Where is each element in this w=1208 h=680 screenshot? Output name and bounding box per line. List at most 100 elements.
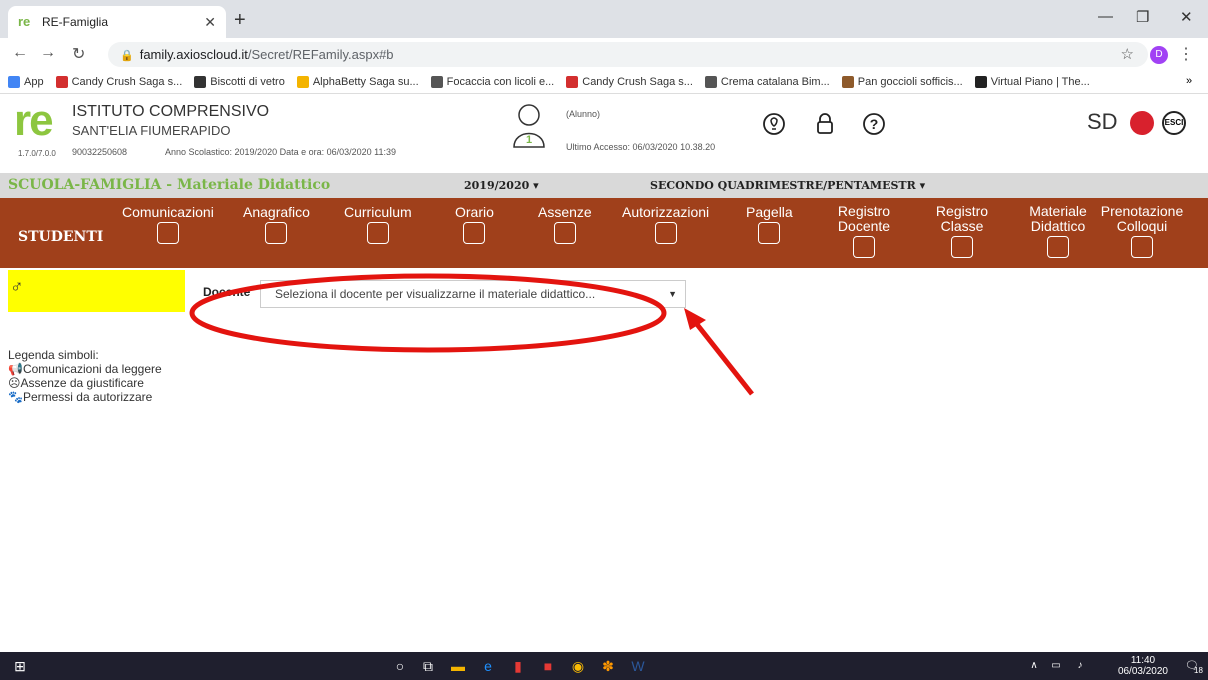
main-nav: STUDENTI Comunicazioni Anagrafico Curricul… [0, 198, 1208, 268]
nav-item-autorizzazioni[interactable]: Autorizzazioni [622, 204, 709, 244]
megaphone-icon: 📢 [8, 362, 23, 376]
restore-button[interactable]: ❐ [1136, 8, 1149, 26]
nav-item-registro-docente[interactable]: Registro Docente [822, 204, 906, 258]
tab-title: RE-Famiglia [42, 15, 109, 29]
edge-icon[interactable]: e [478, 656, 498, 676]
bookmark-item[interactable]: App [8, 75, 44, 88]
search-icon[interactable]: ○ [390, 656, 410, 676]
browser-tab[interactable]: re RE-Famiglia ✕ [8, 6, 226, 38]
bookmark-item[interactable]: Crema catalana Bim... [704, 75, 830, 88]
clock-date: 06/03/2020 [1117, 666, 1168, 677]
legend-item: 🐾Permessi da autorizzare [8, 390, 153, 404]
bookmark-star-icon[interactable]: ☆ [1121, 45, 1134, 63]
word-icon[interactable]: W [628, 656, 648, 676]
school-name: ISTITUTO COMPRENSIVO [72, 103, 270, 120]
period-select[interactable]: SECONDO QUADRIMESTRE/PENTAMESTR ▾ [650, 179, 925, 192]
nav-item-comunicazioni[interactable]: Comunicazioni [122, 204, 214, 244]
bookmark-item[interactable]: AlphaBetty Saga su... [296, 75, 419, 88]
clock[interactable]: 11:40 06/03/2020 [1118, 655, 1168, 677]
clock-time: 11:40 [1130, 655, 1156, 666]
document-icon [366, 222, 389, 244]
bookmark-item[interactable]: Candy Crush Saga s... [55, 75, 182, 88]
bookmark-favicon-icon [704, 75, 717, 88]
svg-text:?: ? [870, 116, 879, 132]
chevron-up-icon[interactable]: ∧ [1024, 656, 1044, 676]
nav-item-materiale-didattico[interactable]: Materiale Didattico [1016, 204, 1100, 258]
lightbulb-icon[interactable] [761, 112, 787, 138]
bookmark-item[interactable]: Pan goccioli sofficis... [841, 75, 963, 88]
nav-item-orario[interactable]: Orario [455, 204, 494, 244]
nav-item-label: Autorizzazioni [622, 204, 710, 220]
docente-select[interactable]: Seleziona il docente per visualizzarne i… [260, 280, 686, 308]
file-explorer-icon[interactable]: ▬ [448, 656, 468, 676]
windows-taskbar: ⊞ ○ ⧉ ▬ e ▮ ■ ◉ ✽ W ∧ ▭ ♪ 11:40 06/03/20… [0, 652, 1208, 680]
speech-bubble-icon [1131, 236, 1153, 258]
acrobat-icon[interactable]: ▮ [508, 656, 528, 676]
exit-button[interactable]: ESCI [1162, 111, 1186, 135]
address-bar: ← → ↻ 🔒 family.axioscloud.it/Secret/REFam… [0, 38, 1208, 70]
battery-icon[interactable]: ▭ [1046, 656, 1066, 676]
task-view-icon[interactable]: ⧉ [418, 656, 438, 676]
nav-item-label: Materiale Didattico [1029, 203, 1087, 234]
student-avatar-icon[interactable]: 1 [510, 101, 548, 149]
nav-item-registro-classe[interactable]: Registro Classe [920, 204, 1004, 258]
bookmark-item[interactable]: Focaccia con licoli e... [430, 75, 554, 88]
apps-grid-icon [8, 75, 20, 88]
nav-item-anagrafico[interactable]: Anagrafico [243, 204, 310, 244]
bookmark-label: Crema catalana Bim... [720, 75, 830, 88]
url-input[interactable]: 🔒 family.axioscloud.it/Secret/REFamily.as… [108, 42, 1148, 67]
nav-item-curriculum[interactable]: Curriculum [344, 204, 412, 244]
reload-button[interactable]: ↻ [72, 44, 85, 64]
bookmark-item[interactable]: Virtual Piano | The... [974, 75, 1090, 88]
student-highlight [8, 270, 185, 312]
legend-title: Legenda simboli: [8, 348, 99, 362]
nav-item-prenotazione-colloqui[interactable]: Prenotazione Colloqui [1100, 204, 1184, 258]
browser-tabbar: re RE-Famiglia ✕ + — ❐ ✕ [0, 0, 1208, 38]
new-tab-button[interactable]: + [234, 9, 246, 32]
profile-avatar[interactable]: D [1150, 46, 1168, 64]
bookmark-favicon-icon [55, 75, 68, 88]
last-access: Ultimo Accesso: 06/03/2020 10.38.20 [566, 142, 716, 152]
bookmark-item[interactable]: Biscotti di vetro [194, 75, 285, 88]
nav-item-label: Orario [455, 204, 494, 220]
help-icon[interactable]: ? [861, 112, 887, 138]
section-title: SCUOLA-FAMIGLIA - Materiale Didattico [8, 177, 331, 193]
forward-button[interactable]: → [40, 44, 56, 62]
year-datetime: Anno Scolastico: 2019/2020 Data e ora: 0… [165, 147, 397, 157]
windows-start-icon[interactable]: ⊞ [10, 656, 30, 676]
url-host: family.axioscloud.it [139, 47, 248, 62]
nav-item-label: Prenotazione Colloqui [1100, 203, 1184, 234]
minimize-button[interactable]: — [1098, 8, 1113, 25]
legend-item: ☹Assenze da giustificare [8, 376, 144, 390]
legend-item: 📢Comunicazioni da leggere [8, 362, 162, 376]
nav-item-assenze[interactable]: Assenze [538, 204, 592, 244]
close-tab-icon[interactable]: ✕ [204, 14, 216, 31]
puzzle-icon [1047, 236, 1069, 258]
red-arrow-shaft [690, 316, 754, 396]
year-select[interactable]: 2019/2020 ▾ [464, 179, 539, 192]
re-favicon-icon: re [18, 14, 31, 29]
nav-item-pagella[interactable]: Pagella [746, 204, 793, 244]
male-gender-icon: ♂ [10, 276, 24, 296]
reader-icon[interactable]: ■ [538, 656, 558, 676]
back-button[interactable]: ← [12, 44, 28, 62]
book-icon [853, 236, 875, 258]
paw-icon: 🐾 [8, 390, 23, 404]
calendar-icon [463, 222, 486, 244]
sd-brand-icon [1130, 111, 1154, 135]
lock-password-icon[interactable] [812, 112, 838, 138]
legend: Legenda simboli: 📢Comunicazioni da legge… [8, 348, 162, 404]
bookmark-item[interactable]: Candy Crush Saga s... [566, 75, 693, 88]
app-icon[interactable]: ✽ [598, 656, 618, 676]
volume-icon[interactable]: ♪ [1070, 656, 1090, 676]
more-bookmarks-icon[interactable]: » [1186, 75, 1194, 87]
close-window-button[interactable]: ✕ [1180, 8, 1193, 26]
chrome-icon[interactable]: ◉ [568, 656, 588, 676]
school-location: SANT'ELIA FIUMERAPIDO [72, 123, 231, 138]
avatar-badge: 1 [526, 134, 532, 146]
bookmark-favicon-icon [430, 75, 443, 88]
lock-icon: 🔒 [120, 50, 134, 62]
menu-kebab-icon[interactable]: ⋮ [1178, 44, 1194, 64]
re-logo: re [14, 96, 54, 145]
nav-item-label: Assenze [538, 204, 592, 220]
